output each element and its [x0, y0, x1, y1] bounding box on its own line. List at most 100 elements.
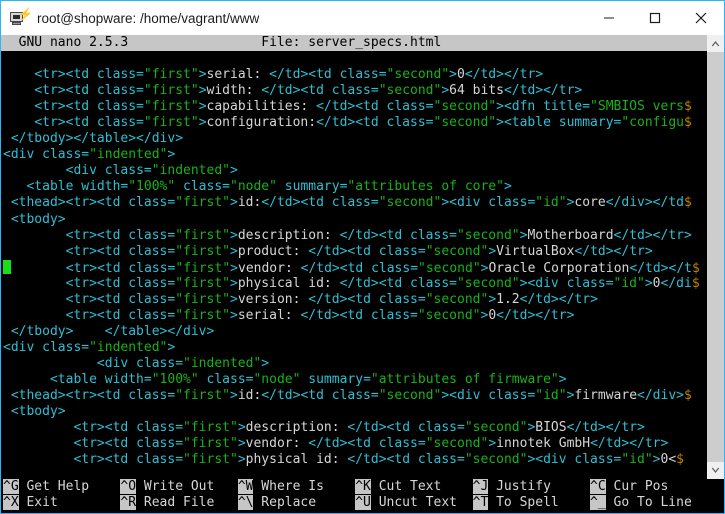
- editor-line[interactable]: <thead><tr><td class="first">id:</td><td…: [1, 388, 707, 404]
- code-token-tag: </td></tr>: [574, 243, 653, 259]
- scroll-up-arrow-icon[interactable]: [707, 35, 724, 52]
- editor-line[interactable]: <div class="indented">: [1, 163, 707, 179]
- help-key-cut-text[interactable]: ^K: [355, 478, 371, 494]
- code-token-tag: </div></td: [605, 195, 684, 211]
- code-token-tag: </td><td class=: [261, 388, 379, 404]
- scrollbar-track[interactable]: [707, 52, 724, 462]
- text-cursor: [3, 259, 11, 274]
- editor-line[interactable]: <div class="indented">: [1, 356, 707, 372]
- editor-line[interactable]: <tbody>: [1, 212, 707, 228]
- code-token-tag: <thead><tr><td class=: [10, 195, 176, 211]
- editor-line-list[interactable]: <tr><td class="first">serial: </td><td c…: [1, 67, 707, 468]
- code-token-tag: >: [558, 371, 567, 387]
- scrollbar-thumb[interactable]: [707, 52, 724, 462]
- maximize-button[interactable]: [632, 1, 678, 35]
- help-key-go-to-line[interactable]: ^_: [590, 494, 606, 510]
- code-token-attr: "indented": [89, 147, 168, 163]
- editor-line[interactable]: <tr><td class="first">capabilities: </td…: [1, 99, 707, 115]
- editor-line[interactable]: <tr><td class="first">configuration:</td…: [1, 115, 707, 131]
- nano-editor[interactable]: GNU nano 2.5.3 File: server_specs.html <…: [1, 35, 707, 479]
- code-token-attr: "first": [175, 388, 230, 404]
- terminal-scrollbar[interactable]: [707, 35, 724, 479]
- code-token-tag: <div class=: [3, 147, 90, 163]
- code-token-attr: "second": [417, 307, 481, 323]
- editor-line[interactable]: <thead><tr><td class="first">id:</td><td…: [1, 195, 707, 211]
- code-token-cont: $: [684, 388, 692, 404]
- editor-line[interactable]: <tr><td class="first">vendor: </td><td c…: [1, 259, 707, 276]
- code-token-txt: description:: [245, 420, 348, 436]
- code-token-tag: >: [441, 388, 450, 404]
- editor-line[interactable]: <div class="indented">: [1, 147, 707, 163]
- code-token-tag: >: [230, 195, 238, 211]
- code-token-txt: core: [574, 195, 606, 211]
- help-label-read-file: Read File: [136, 494, 238, 510]
- code-token-tag: </td><td class=: [308, 243, 426, 259]
- editor-line[interactable]: <tr><td class="first">serial: </td><td c…: [1, 308, 707, 324]
- code-token-tag: >: [652, 452, 661, 468]
- editor-line[interactable]: <tr><td class="first">serial: </td><td c…: [1, 67, 707, 83]
- help-label-justify: Justify: [488, 478, 591, 494]
- code-token-tag: </td><td class=: [339, 275, 457, 291]
- maximize-icon: [649, 12, 661, 24]
- editor-line[interactable]: <table width="100%" class="node" summary…: [1, 372, 707, 388]
- code-token-tag: >: [230, 260, 238, 276]
- help-key-exit[interactable]: ^X: [3, 494, 19, 510]
- code-token-cont: $: [691, 275, 700, 291]
- code-token-tag: <tr><td class=: [65, 307, 176, 323]
- editor-line[interactable]: </tbody></table></div>: [1, 131, 707, 147]
- code-token-tag: </td><td class=: [300, 260, 419, 276]
- code-token-tag: <tr><td class=: [34, 115, 144, 131]
- code-token-cont: $: [683, 99, 692, 115]
- code-token-attr: "indented": [89, 339, 168, 355]
- code-token-txt: serial:: [206, 67, 270, 83]
- code-token-tag: </td><td class=: [316, 99, 434, 115]
- code-token-attr: "attributes of core": [347, 179, 504, 195]
- editor-blank-row: [1, 51, 707, 67]
- scroll-down-arrow-icon[interactable]: [707, 461, 724, 479]
- code-token-tag: </td><td class=: [347, 452, 465, 468]
- editor-line[interactable]: </tbody> </table></div>: [1, 324, 707, 340]
- help-key-uncut-text[interactable]: ^U: [355, 494, 371, 510]
- code-token-txt: physical id:: [245, 452, 348, 468]
- editor-line[interactable]: <tbody>: [1, 404, 707, 420]
- editor-line[interactable]: <div class="indented">: [1, 340, 707, 356]
- editor-line[interactable]: <tr><td class="first">vendor: </td><td c…: [1, 436, 707, 452]
- help-key-read-file[interactable]: ^R: [120, 494, 137, 510]
- help-key-write-out[interactable]: ^O: [120, 478, 137, 494]
- help-label-cur-pos: Cur Pos: [605, 478, 708, 494]
- minimize-button[interactable]: [586, 1, 632, 35]
- code-token-tag: <div class=: [535, 452, 622, 468]
- editor-line[interactable]: <tr><td class="first">physical id: </td>…: [1, 276, 707, 292]
- window-titlebar[interactable]: root@shopware: /home/vagrant/www: [1, 1, 724, 35]
- help-key-where-is[interactable]: ^W: [237, 478, 254, 494]
- code-token-attr: "node": [230, 179, 277, 195]
- code-token-tag: </di: [660, 275, 692, 291]
- close-button[interactable]: [678, 1, 724, 35]
- code-token-tag: </div>: [637, 388, 684, 404]
- editor-line[interactable]: <tr><td class="first">version: </td><td …: [1, 292, 707, 308]
- editor-line[interactable]: <tr><td class="first">physical id: </td>…: [1, 452, 707, 468]
- editor-line[interactable]: <tr><td class="first">description: </td>…: [1, 420, 707, 436]
- help-key-replace[interactable]: ^\: [237, 494, 254, 510]
- code-token-tag: summary=: [300, 371, 371, 387]
- help-key-justify[interactable]: ^J: [472, 478, 489, 494]
- code-token-attr: "first": [143, 115, 199, 131]
- editor-line[interactable]: <tr><td class="first">description: </td>…: [1, 228, 707, 244]
- help-key-get-help[interactable]: ^G: [3, 478, 19, 494]
- code-token-tag: </td><td class=: [300, 307, 418, 323]
- editor-line[interactable]: <tr><td class="first">width: </td><td cl…: [1, 83, 707, 99]
- code-token-attr: "first": [183, 452, 238, 468]
- editor-line[interactable]: <tr><td class="first">product: </td><td …: [1, 244, 707, 260]
- help-key-cur-pos[interactable]: ^C: [590, 478, 606, 494]
- terminal-window: root@shopware: /home/vagrant/www GNU nan…: [0, 0, 725, 514]
- help-key-to-spell[interactable]: ^T: [472, 494, 489, 510]
- code-token-txt: id:: [237, 195, 262, 211]
- editor-line[interactable]: <table width="100%" class="node" summary…: [1, 179, 707, 195]
- code-token-attr: "first": [175, 260, 231, 276]
- code-token-tag: <dfn title=: [503, 99, 591, 115]
- help-label-where-is: Where Is: [253, 478, 356, 494]
- code-token-tag: <tr><td class=: [65, 291, 176, 307]
